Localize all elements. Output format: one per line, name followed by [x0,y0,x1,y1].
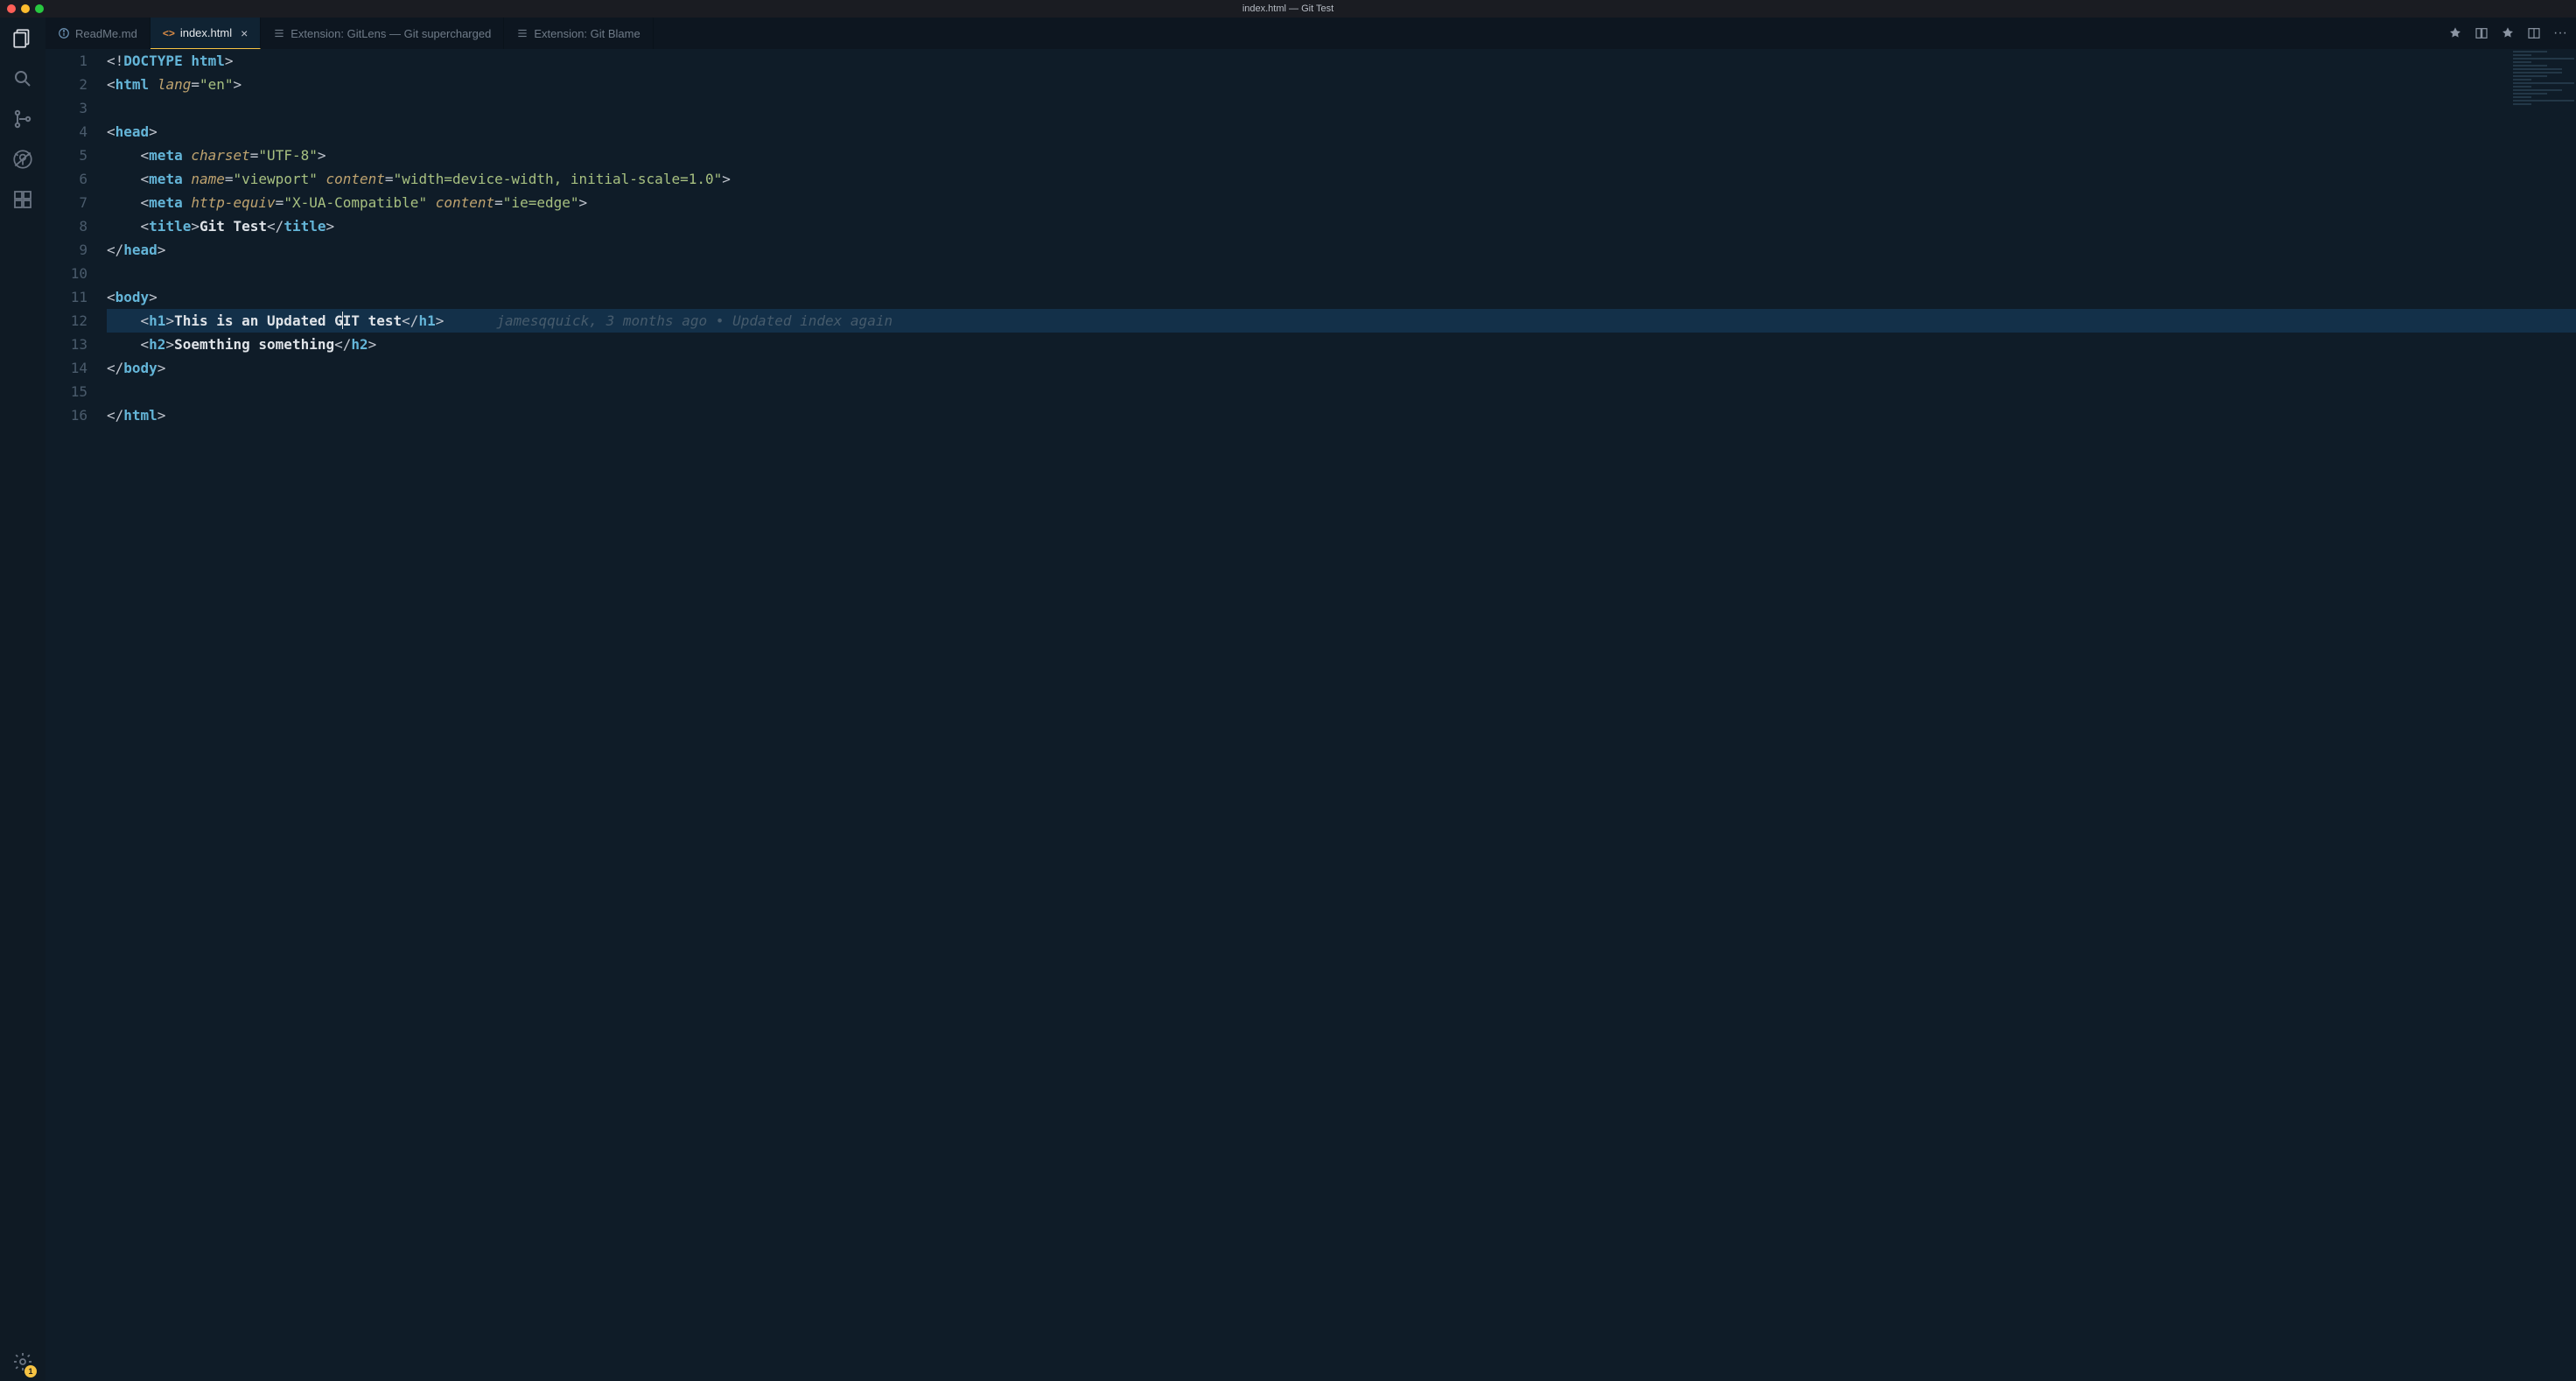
more-actions-icon[interactable]: ··· [2553,25,2567,41]
tab-actions: ··· [2448,18,2576,49]
line-number: 13 [46,333,88,356]
window-controls [0,4,44,13]
settings-badge: 1 [24,1365,37,1377]
close-window-icon[interactable] [7,4,16,13]
line-number: 8 [46,214,88,238]
info-icon [58,27,70,39]
search-icon[interactable] [10,67,35,91]
line-number: 4 [46,120,88,144]
code-line[interactable]: <html lang="en"> [107,73,2576,96]
line-number: 2 [46,73,88,96]
close-tab-icon[interactable]: × [241,26,248,40]
window-title: index.html — Git Test [1242,4,1334,14]
explorer-icon[interactable] [10,26,35,51]
tab-label: ReadMe.md [75,27,137,40]
code-line[interactable]: </html> [107,403,2576,427]
line-number: 15 [46,380,88,403]
tab-gitlens-ext[interactable]: Extension: GitLens — Git supercharged [261,18,504,49]
line-number: 16 [46,403,88,427]
line-number: 14 [46,356,88,380]
tab-label: index.html [180,26,232,39]
gitlens-toggle-icon[interactable] [2448,26,2462,40]
code-editor[interactable]: 12345678910111213141516 <!DOCTYPE html><… [46,49,2576,1381]
line-number: 12 [46,309,88,333]
line-number: 7 [46,191,88,214]
tab-bar: ReadMe.md <> index.html × Extension: Git… [46,18,2576,49]
tab-index-html[interactable]: <> index.html × [150,18,261,49]
code-line[interactable]: <meta charset="UTF-8"> [107,144,2576,167]
compare-changes-icon[interactable] [2474,26,2488,40]
window-titlebar: index.html — Git Test [0,0,2576,18]
code-line[interactable] [107,262,2576,285]
split-editor-icon[interactable] [2527,26,2541,40]
maximize-window-icon[interactable] [35,4,44,13]
line-number: 6 [46,167,88,191]
line-gutter: 12345678910111213141516 [46,49,107,1381]
activity-bar: 1 [0,18,46,1381]
text-cursor [342,312,343,329]
tab-label: Extension: GitLens — Git supercharged [290,27,491,40]
settings-icon[interactable]: 1 [10,1349,35,1374]
line-number: 3 [46,96,88,120]
tab-readme[interactable]: ReadMe.md [46,18,150,49]
list-icon [273,27,285,39]
source-control-icon[interactable] [10,107,35,131]
line-number: 10 [46,262,88,285]
debug-icon[interactable] [10,147,35,172]
line-number: 5 [46,144,88,167]
open-changes-icon[interactable] [2501,26,2515,40]
code-line[interactable]: <head> [107,120,2576,144]
code-line[interactable]: <meta http-equiv="X-UA-Compatible" conte… [107,191,2576,214]
code-line[interactable] [107,96,2576,120]
line-number: 9 [46,238,88,262]
tab-gitblame-ext[interactable]: Extension: Git Blame [504,18,653,49]
code-line[interactable] [107,380,2576,403]
code-line[interactable]: <h1>This is an Updated GIT test</h1>jame… [107,309,2576,333]
line-number: 11 [46,285,88,309]
code-line[interactable]: <meta name="viewport" content="width=dev… [107,167,2576,191]
code-line[interactable]: <!DOCTYPE html> [107,49,2576,73]
code-line[interactable]: </head> [107,238,2576,262]
list-icon [516,27,528,39]
minimize-window-icon[interactable] [21,4,30,13]
minimap[interactable] [2513,51,2574,138]
line-number: 1 [46,49,88,73]
code-line[interactable]: <title>Git Test</title> [107,214,2576,238]
code-icon: <> [163,27,175,39]
code-line[interactable]: <body> [107,285,2576,309]
gitlens-blame-annotation: jamesqquick, 3 months ago • Updated inde… [496,312,892,329]
code-area[interactable]: <!DOCTYPE html><html lang="en"> <head> <… [107,49,2576,1381]
code-line[interactable]: <h2>Soemthing something</h2> [107,333,2576,356]
code-line[interactable]: </body> [107,356,2576,380]
extensions-icon[interactable] [10,187,35,212]
tab-label: Extension: Git Blame [534,27,640,40]
